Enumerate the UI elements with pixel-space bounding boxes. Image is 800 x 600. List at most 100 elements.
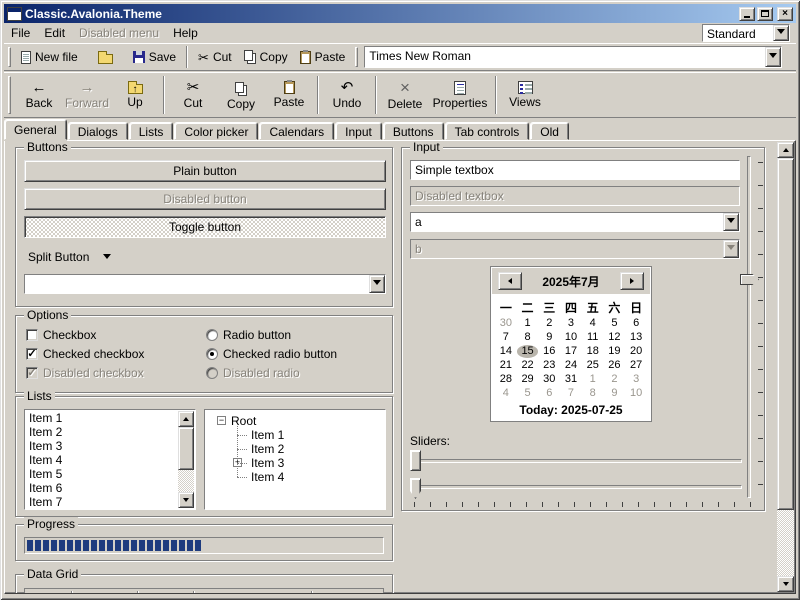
horizontal-slider-1[interactable] [410, 450, 742, 472]
calendar-day[interactable]: 21 [495, 359, 517, 372]
tab-old[interactable]: Old [530, 122, 569, 140]
slider-thumb[interactable] [410, 478, 421, 499]
tree-item[interactable]: Item 4 [207, 470, 383, 484]
slider-thumb[interactable] [410, 450, 421, 471]
calendar-day[interactable]: 23 [538, 359, 560, 372]
calendar-day[interactable]: 24 [560, 359, 582, 372]
calendar-day[interactable]: 28 [495, 373, 517, 386]
list-item[interactable]: Item 6 [26, 481, 177, 495]
slider-thumb[interactable] [740, 274, 759, 285]
scrollbar-thumb[interactable] [777, 158, 794, 510]
checkbox-icon[interactable] [26, 329, 38, 341]
calendar-day[interactable]: 25 [582, 359, 604, 372]
theme-selector-dropdown-button[interactable] [773, 25, 789, 41]
combobox-a[interactable]: a [410, 212, 740, 232]
menu-help[interactable]: Help [166, 24, 205, 42]
calendar-day[interactable]: 12 [604, 331, 626, 344]
calendar-next-button[interactable] [620, 272, 644, 290]
tab-color-picker[interactable]: Color picker [174, 122, 258, 140]
calendar-day[interactable]: 11 [582, 331, 604, 344]
tab-dialogs[interactable]: Dialogs [68, 122, 128, 140]
scroll-down-button[interactable] [777, 576, 794, 592]
font-combobox-value[interactable]: Times New Roman [364, 46, 782, 68]
calendar-day[interactable]: 31 [560, 373, 582, 386]
combobox-a-dropdown-button[interactable] [723, 213, 739, 231]
calendar-day[interactable]: 7 [495, 331, 517, 344]
font-combobox-dropdown-button[interactable] [765, 47, 781, 67]
calendar-day[interactable]: 2 [604, 373, 626, 386]
tab-buttons[interactable]: Buttons [383, 122, 444, 140]
tab-calendars[interactable]: Calendars [259, 122, 334, 140]
list-item[interactable]: Item 7 [26, 495, 177, 508]
calendar-day[interactable]: 30 [538, 373, 560, 386]
calendar-today-label[interactable]: Today: 2025-07-25 [491, 403, 651, 417]
empty-combobox-dropdown-button[interactable] [369, 275, 385, 293]
tree-item[interactable]: Item 1 [207, 428, 383, 442]
page-scrollbar[interactable] [777, 142, 794, 592]
font-combobox[interactable]: Times New Roman [364, 46, 782, 68]
calendar-day[interactable]: 20 [625, 345, 647, 358]
toolbar-gripper[interactable] [355, 47, 358, 67]
radio-icon[interactable] [206, 329, 218, 341]
menu-file[interactable]: File [4, 24, 37, 42]
calendar-day[interactable]: 22 [517, 359, 539, 372]
calendar-day[interactable]: 4 [495, 387, 517, 400]
list-item[interactable]: Item 1 [26, 411, 177, 425]
calendar-day[interactable]: 1 [582, 373, 604, 386]
calendar-day[interactable]: 7 [560, 387, 582, 400]
slider-track[interactable] [410, 485, 742, 489]
calendar-day[interactable]: 2 [538, 317, 560, 330]
calendar-day[interactable]: 9 [604, 387, 626, 400]
listbox-scrollbar[interactable] [178, 411, 194, 508]
radio-unchecked[interactable]: Radio button [206, 328, 291, 342]
delete-button[interactable]: × Delete [381, 74, 429, 116]
cut-button-large[interactable]: ✂ Cut [169, 74, 217, 116]
minimize-button[interactable] [739, 7, 755, 21]
checkbox-checked[interactable]: ✓ Checked checkbox [26, 347, 144, 361]
calendar-day[interactable]: 18 [582, 345, 604, 358]
empty-combobox[interactable] [24, 274, 386, 294]
tab-input[interactable]: Input [335, 122, 382, 140]
calendar-day[interactable]: 8 [517, 331, 539, 344]
tab-tab-controls[interactable]: Tab controls [445, 122, 530, 140]
horizontal-slider-2[interactable] [410, 478, 742, 500]
chevron-down-icon[interactable] [103, 254, 111, 263]
simple-textbox[interactable]: Simple textbox [410, 160, 740, 180]
calendar-day[interactable]: 30 [495, 317, 517, 330]
paste-button[interactable]: Paste [294, 45, 352, 69]
listbox[interactable]: Item 1 Item 2 Item 3 Item 4 Item 5 Item … [24, 409, 196, 510]
scroll-up-button[interactable] [777, 142, 794, 158]
save-button[interactable]: Save [127, 45, 182, 69]
slider-track[interactable] [747, 156, 751, 498]
tree-root-row[interactable]: − Root [207, 414, 383, 428]
list-item[interactable]: Item 5 [26, 467, 177, 481]
plain-button[interactable]: Plain button [24, 160, 386, 182]
calendar-day[interactable]: 26 [604, 359, 626, 372]
calendar-day[interactable]: 19 [604, 345, 626, 358]
toggle-button[interactable]: Toggle button [24, 216, 386, 238]
calendar-day[interactable]: 10 [625, 387, 647, 400]
radio-checked-icon[interactable] [206, 348, 218, 360]
scrollbar-track[interactable] [777, 510, 794, 576]
calendar-day[interactable]: 6 [538, 387, 560, 400]
toolbar-gripper[interactable] [8, 47, 11, 67]
treeview[interactable]: − Root Item 1 Item 2 + Item 3 Item 4 [204, 409, 386, 510]
split-button-label[interactable]: Split Button [28, 250, 89, 264]
combobox-a-value[interactable]: a [410, 212, 740, 232]
calendar-day[interactable]: 3 [560, 317, 582, 330]
close-button[interactable]: × [777, 7, 793, 21]
scroll-up-button[interactable] [178, 411, 194, 427]
checkbox-unchecked[interactable]: Checkbox [26, 328, 96, 342]
calendar-day[interactable]: 14 [495, 345, 517, 358]
calendar-day[interactable]: 17 [560, 345, 582, 358]
tab-general[interactable]: General [4, 119, 67, 140]
calendar-day[interactable]: 27 [625, 359, 647, 372]
calendar-day[interactable]: 5 [517, 387, 539, 400]
collapse-icon[interactable]: − [217, 416, 226, 425]
toolbar-gripper[interactable] [8, 76, 11, 114]
list-item[interactable]: Item 3 [26, 439, 177, 453]
calendar-day[interactable]: 5 [604, 317, 626, 330]
menu-edit[interactable]: Edit [37, 24, 72, 42]
open-button[interactable] [92, 45, 119, 69]
up-button[interactable]: ↑ Up [111, 74, 159, 116]
